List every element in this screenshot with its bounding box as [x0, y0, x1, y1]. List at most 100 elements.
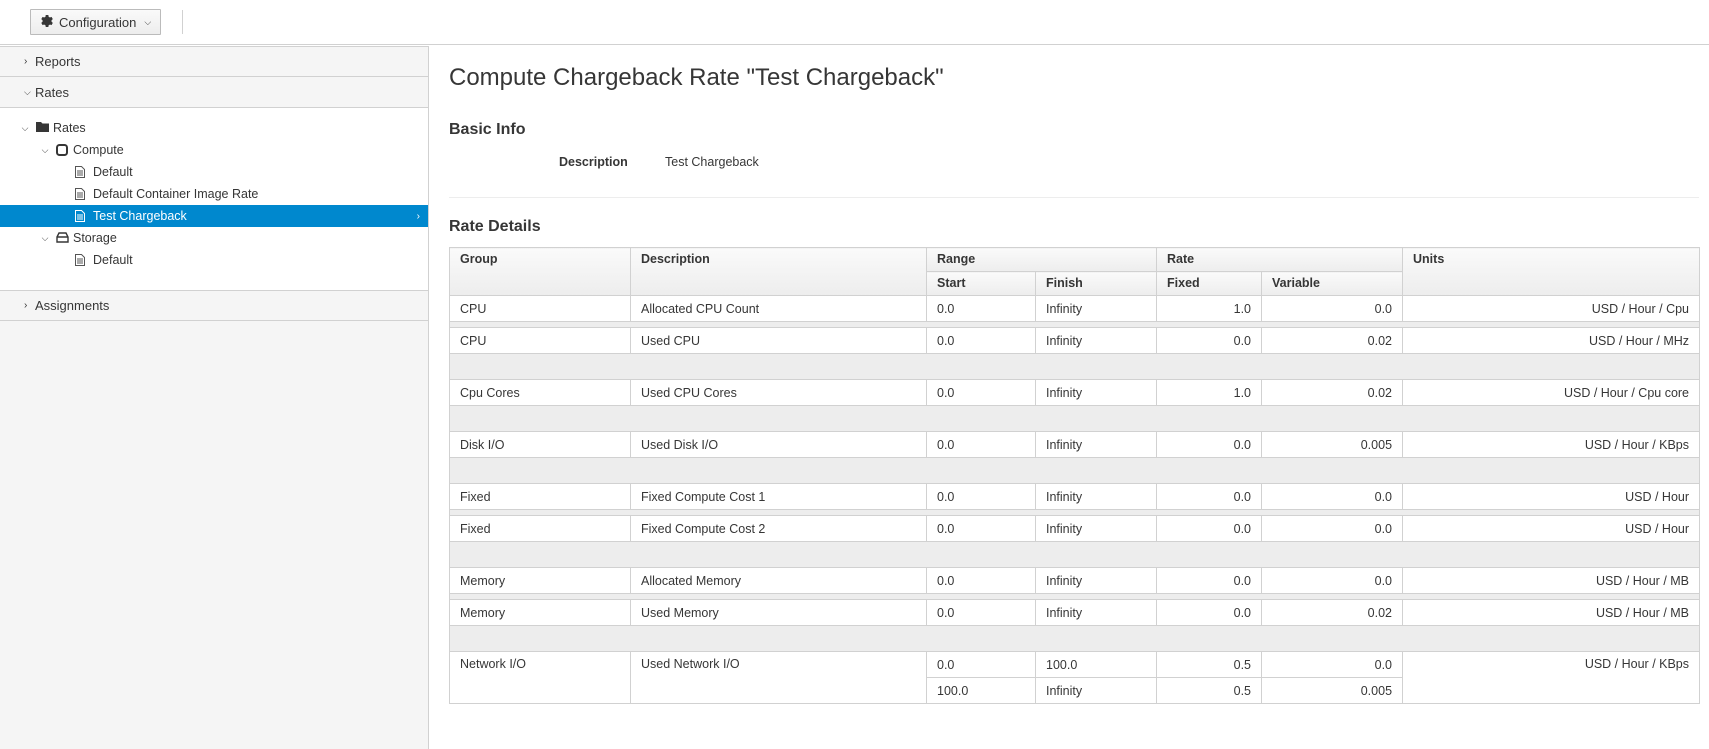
cell-units: USD / Hour / MB [1402, 599, 1701, 626]
chevron-down-icon[interactable]: ⌵ [40, 233, 50, 244]
cell-description: Used CPU [630, 327, 927, 354]
cell-description: Allocated Memory [630, 567, 927, 594]
accordion-rates[interactable]: ⌵ Rates [0, 77, 428, 108]
cell-start: 0.0 [926, 483, 1036, 510]
cell-variable: 0.0 [1261, 295, 1404, 322]
chevron-down-icon[interactable]: ⌵ [40, 145, 50, 156]
cell-variable: 0.005 [1261, 431, 1404, 458]
table-row: Network I/O Used Network I/O 0.0 100.0 0… [449, 651, 1701, 704]
tree-node-rates[interactable]: ⌵ Rates [0, 117, 428, 139]
tree-node-storage-default[interactable]: Default [0, 249, 428, 271]
tree-node-label: Default [93, 165, 133, 179]
cell-group: Network I/O [449, 651, 631, 704]
tree-node-test-chargeback[interactable]: Test Chargeback › [0, 205, 428, 227]
group-spacer [448, 353, 1701, 380]
column-header-fixed: Fixed [1156, 271, 1263, 296]
cell-variable: 0.0 [1261, 483, 1404, 510]
cell-units: USD / Hour / Cpu [1402, 295, 1701, 322]
cell-description: Used CPU Cores [630, 379, 927, 406]
cell-group: Memory [449, 567, 631, 594]
file-icon [75, 188, 87, 200]
description-label: Description [559, 155, 628, 169]
cell-group: Fixed [449, 483, 631, 510]
basic-info-heading: Basic Info [449, 121, 526, 138]
table-row: Memory Used Memory 0.0 Infinity 0.0 0.02… [449, 599, 1701, 626]
cell-variable: 0.02 [1261, 327, 1404, 354]
cell-fixed: 1.0 [1156, 295, 1263, 322]
toolbar: Configuration ⌵ [0, 0, 1709, 45]
page-title: Compute Chargeback Rate "Test Chargeback… [449, 64, 944, 91]
cell-finish: Infinity [1034, 483, 1158, 510]
accordion-reports-label: Reports [35, 54, 81, 69]
cell-units: USD / Hour [1402, 483, 1701, 510]
table-row: CPU Allocated CPU Count 0.0 Infinity 1.0… [449, 295, 1701, 322]
configuration-button[interactable]: Configuration ⌵ [30, 9, 162, 35]
cell-units: USD / Hour / MB [1402, 567, 1701, 594]
group-spacer [448, 625, 1701, 652]
cell-group: Fixed [449, 515, 631, 542]
column-header-rate: Rate [1156, 247, 1404, 272]
chip-icon [56, 144, 68, 156]
cell-variable: 0.02 [1261, 379, 1404, 406]
cell-group: Cpu Cores [449, 379, 631, 406]
storage-icon [56, 232, 69, 244]
table-header-row: Group Description Range Rate Units [449, 247, 1701, 296]
main-content: Compute Chargeback Rate "Test Chargeback… [429, 46, 1709, 749]
column-header-start: Start [926, 271, 1036, 296]
tree-node-compute-default[interactable]: Default [0, 161, 428, 183]
file-icon [75, 254, 87, 266]
cell-fixed: 0.0 [1156, 567, 1263, 594]
cell-group: CPU [449, 295, 631, 322]
tree-node-label: Test Chargeback [93, 209, 187, 223]
sidebar: › Reports ⌵ Rates ⌵ Rates ⌵ Compute Defa… [0, 46, 429, 749]
description-value: Test Chargeback [665, 155, 759, 169]
column-header-finish: Finish [1034, 271, 1158, 296]
tree-node-label: Default [93, 253, 133, 267]
tree-node-compute[interactable]: ⌵ Compute [0, 139, 428, 161]
table-row: CPU Used CPU 0.0 Infinity 0.0 0.02 USD /… [449, 327, 1701, 354]
cell-start: 0.0 [926, 599, 1036, 626]
rate-details-heading: Rate Details [449, 218, 541, 235]
cell-description: Allocated CPU Count [630, 295, 927, 322]
tree-node-default-container-image-rate[interactable]: Default Container Image Rate [0, 183, 428, 205]
chevron-down-icon[interactable]: ⌵ [20, 123, 30, 134]
column-header-variable: Variable [1261, 271, 1404, 296]
gear-icon [39, 14, 53, 31]
folder-icon [36, 121, 49, 133]
divider [449, 197, 1699, 198]
cell-variable: 0.0 [1261, 567, 1404, 594]
cell-units: USD / Hour / Cpu core [1402, 379, 1701, 406]
cell-units: USD / Hour [1402, 515, 1701, 542]
cell-group: CPU [449, 327, 631, 354]
table-row: Disk I/O Used Disk I/O 0.0 Infinity 0.0 … [449, 431, 1701, 458]
cell-finish: Infinity [1034, 599, 1158, 626]
cell-finish: Infinity [1034, 567, 1158, 594]
accordion-assignments[interactable]: › Assignments [0, 290, 428, 321]
cell-units: USD / Hour / KBps [1402, 651, 1701, 704]
cell-fixed: 0.0 [1156, 599, 1263, 626]
cell-finish: Infinity [1034, 379, 1158, 406]
cell-start: 0.0 [926, 515, 1036, 542]
cell-finish: 100.0 [1034, 651, 1158, 678]
table-row: Fixed Fixed Compute Cost 2 0.0 Infinity … [449, 515, 1701, 542]
cell-start: 0.0 [926, 651, 1036, 678]
cell-group: Disk I/O [449, 431, 631, 458]
group-spacer [448, 541, 1701, 568]
tree-node-label: Rates [53, 121, 86, 135]
cell-fixed: 1.0 [1156, 379, 1263, 406]
cell-start: 0.0 [926, 567, 1036, 594]
cell-fixed: 0.0 [1156, 327, 1263, 354]
toolbar-divider [182, 10, 183, 34]
group-spacer [448, 405, 1701, 432]
tree-node-storage[interactable]: ⌵ Storage [0, 227, 428, 249]
cell-finish: Infinity [1034, 327, 1158, 354]
accordion-reports[interactable]: › Reports [0, 46, 428, 77]
cell-fixed: 0.0 [1156, 483, 1263, 510]
cell-fixed: 0.0 [1156, 431, 1263, 458]
tree-node-label: Default Container Image Rate [93, 187, 259, 201]
column-header-description: Description [630, 247, 927, 296]
chevron-right-icon: › [416, 210, 420, 222]
cell-start: 100.0 [926, 677, 1036, 704]
cell-description: Used Memory [630, 599, 927, 626]
cell-description: Used Disk I/O [630, 431, 927, 458]
